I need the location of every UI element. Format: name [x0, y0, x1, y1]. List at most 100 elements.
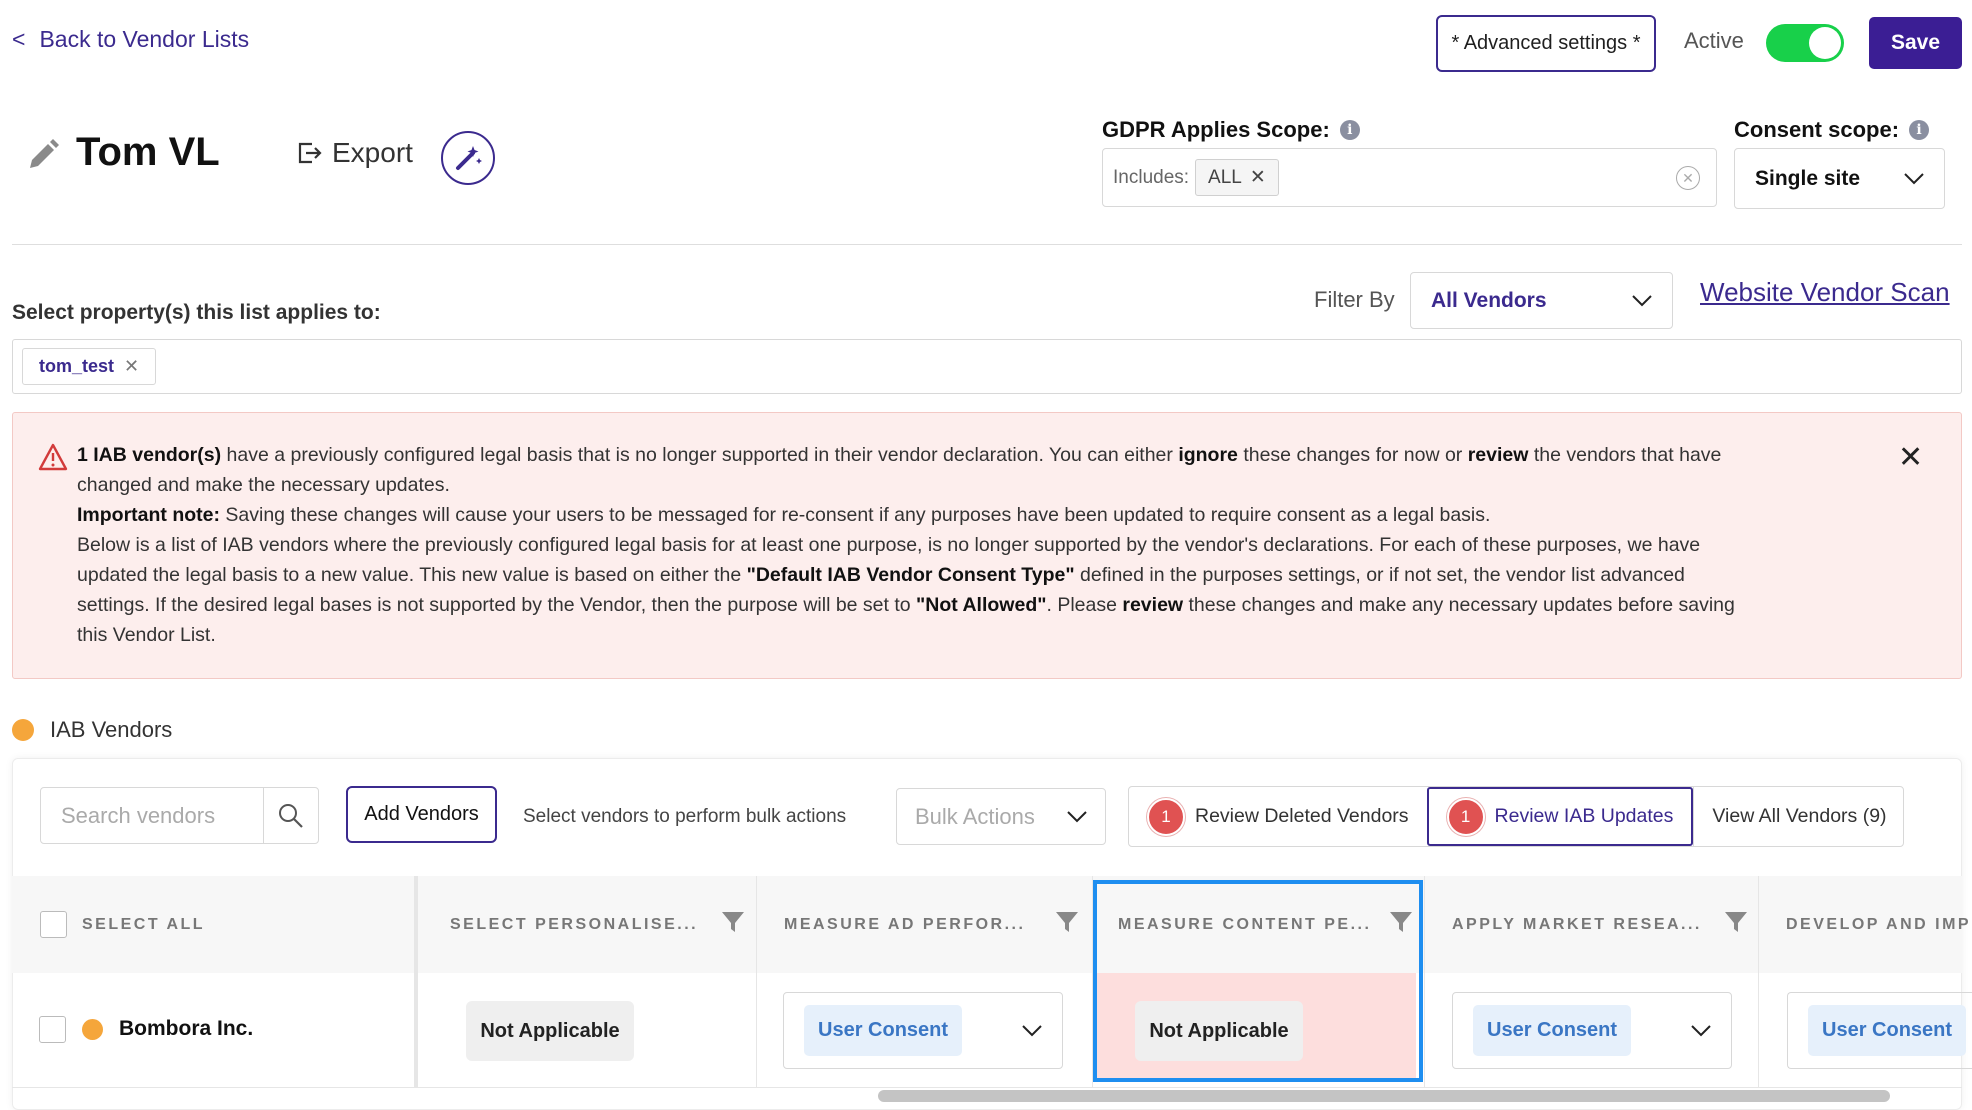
alert-text-segment: have a previously configured legal basis…	[221, 444, 1179, 466]
column-header-personalised-ads[interactable]: SELECT PERSONALISE...	[450, 876, 698, 973]
filter-icon[interactable]	[1055, 911, 1079, 933]
consent-scope-value: Single site	[1755, 166, 1861, 190]
iab-status-dot	[12, 719, 34, 741]
horizontal-scrollbar[interactable]	[878, 1090, 1890, 1102]
chevron-down-icon	[1691, 1024, 1711, 1036]
column-header-develop-and-improve[interactable]: DEVELOP AND IMP	[1786, 876, 1971, 973]
property-select[interactable]: tom_test ✕	[12, 339, 1962, 394]
user-consent-pill: User Consent	[1473, 1005, 1632, 1056]
info-icon[interactable]: i	[1339, 120, 1360, 140]
column-header-apply-market-research[interactable]: APPLY MARKET RESEA...	[1452, 876, 1702, 973]
chevron-down-icon	[1632, 294, 1652, 306]
save-button[interactable]: Save	[1869, 17, 1962, 69]
property-select-label: Select property(s) this list applies to:	[12, 301, 381, 324]
info-icon[interactable]: i	[1909, 120, 1930, 140]
alert-message: 1 IAB vendor(s) have a previously config…	[77, 440, 1757, 650]
gdpr-scope-select[interactable]: Includes: ALL ✕ ✕	[1102, 148, 1717, 207]
alert-vendor-count: 1 IAB vendor(s)	[77, 444, 222, 466]
column-divider	[1758, 876, 1759, 1087]
highlighted-column-frame	[1093, 880, 1423, 1082]
gdpr-scope-label: GDPR Applies Scope: i	[1102, 117, 1360, 143]
vendor-status-dot	[82, 1019, 103, 1040]
consent-scope-select[interactable]: Single site	[1734, 148, 1945, 209]
pencil-edit-icon[interactable]	[26, 138, 60, 172]
add-vendors-button[interactable]: Add Vendors	[346, 786, 497, 843]
not-applicable-pill: Not Applicable	[466, 1001, 634, 1061]
chevron-down-icon	[1022, 1024, 1042, 1036]
count-badge: 1	[1446, 797, 1485, 836]
tab-review-deleted-vendors[interactable]: 1 Review Deleted Vendors	[1129, 787, 1427, 846]
export-button[interactable]: Export	[296, 137, 413, 169]
consent-scope-label-text: Consent scope:	[1734, 117, 1900, 142]
column-divider	[756, 876, 757, 1087]
vendor-name[interactable]: Bombora Inc.	[119, 1017, 253, 1041]
advanced-settings-button[interactable]: * Advanced settings *	[1436, 15, 1656, 72]
chevron-down-icon	[1067, 810, 1087, 822]
back-to-vendor-lists-link[interactable]: < Back to Vendor Lists	[12, 26, 249, 53]
column-header-select-all: SELECT ALL	[82, 915, 206, 933]
tab-view-all-vendors[interactable]: View All Vendors (9)	[1693, 787, 1902, 846]
alert-default-type: "Default IAB Vendor Consent Type"	[746, 564, 1075, 586]
bulk-actions-select[interactable]: Bulk Actions	[896, 788, 1106, 845]
bulk-actions-label: Bulk Actions	[915, 803, 1035, 829]
column-header-measure-ad-performance[interactable]: MEASURE AD PERFOR...	[784, 876, 1025, 973]
column-divider	[414, 876, 418, 1087]
alert-text-segment: . Please	[1046, 594, 1123, 616]
tab-review-iab-updates[interactable]: 1 Review IAB Updates	[1426, 787, 1694, 846]
remove-chip-icon[interactable]: ✕	[1250, 166, 1266, 189]
legal-basis-select[interactable]: User Consent	[1787, 992, 1972, 1069]
active-toggle[interactable]	[1766, 24, 1844, 62]
filter-by-select[interactable]: All Vendors	[1410, 272, 1673, 329]
row-divider	[12, 1087, 1962, 1088]
magic-wand-button[interactable]	[441, 131, 495, 185]
vendor-view-tabs: 1 Review Deleted Vendors 1 Review IAB Up…	[1128, 786, 1904, 847]
tab-label: Review IAB Updates	[1494, 805, 1674, 827]
alert-paragraph: Below is a list of IAB vendors where the…	[77, 530, 1757, 650]
property-chip: tom_test ✕	[22, 348, 157, 385]
alert-text-segment: Saving these changes will cause your use…	[219, 504, 1491, 526]
magic-wand-icon	[456, 146, 482, 170]
legal-basis-select[interactable]: User Consent	[783, 992, 1063, 1069]
search-icon	[279, 803, 303, 828]
legal-basis-select[interactable]: User Consent	[1452, 992, 1732, 1069]
search-button[interactable]	[263, 788, 318, 843]
column-divider	[1424, 876, 1425, 1087]
user-consent-pill: User Consent	[804, 1005, 963, 1056]
toggle-knob	[1809, 27, 1841, 59]
row-checkbox[interactable]	[39, 1016, 66, 1043]
consent-scope-label: Consent scope: i	[1734, 117, 1930, 143]
bulk-actions-hint: Select vendors to perform bulk actions	[523, 806, 847, 827]
warning-icon	[38, 443, 68, 471]
filter-icon[interactable]	[721, 911, 745, 933]
alert-important-note: Important note: Saving these changes wil…	[77, 500, 1757, 530]
clear-selection-icon[interactable]: ✕	[1676, 166, 1700, 190]
user-consent-pill: User Consent	[1808, 1005, 1967, 1056]
website-vendor-scan-link[interactable]: Website Vendor Scan	[1700, 277, 1950, 308]
includes-label: Includes:	[1113, 166, 1190, 188]
alert-text-segment: these changes for now or	[1237, 444, 1468, 466]
filter-by-value: All Vendors	[1431, 288, 1547, 312]
close-icon[interactable]: ✕	[1898, 440, 1923, 475]
select-all-checkbox[interactable]	[40, 911, 67, 938]
tab-label: Review Deleted Vendors	[1195, 805, 1409, 827]
chevron-down-icon	[1904, 172, 1924, 184]
alert-review-keyword: review	[1122, 594, 1184, 616]
gdpr-scope-label-text: GDPR Applies Scope:	[1102, 117, 1330, 142]
vendor-list-title: Tom VL	[76, 130, 220, 174]
back-link-label: Back to Vendor Lists	[39, 26, 250, 52]
chevron-left-icon: <	[12, 26, 26, 52]
search-vendors-field[interactable]: Search vendors	[40, 787, 319, 844]
remove-chip-icon[interactable]: ✕	[124, 356, 139, 377]
export-icon	[298, 142, 322, 164]
filter-by-label: Filter By	[1314, 287, 1395, 312]
alert-ignore-keyword: ignore	[1178, 444, 1238, 466]
search-input[interactable]: Search vendors	[41, 803, 263, 829]
property-chip-label: tom_test	[39, 356, 115, 376]
alert-review-keyword: review	[1467, 444, 1529, 466]
header-divider	[12, 244, 1962, 245]
active-label: Active	[1684, 28, 1744, 53]
alert-paragraph: 1 IAB vendor(s) have a previously config…	[77, 440, 1757, 500]
gdpr-scope-chip: ALL ✕	[1195, 159, 1279, 196]
alert-not-allowed: "Not Allowed"	[916, 594, 1047, 616]
filter-icon[interactable]	[1724, 911, 1748, 933]
